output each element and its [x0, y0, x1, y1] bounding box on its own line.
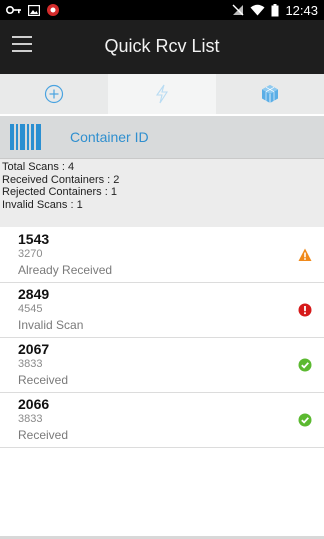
clock: 12:43	[285, 2, 318, 18]
cube-icon	[262, 85, 278, 103]
container-id: 2849	[18, 286, 50, 302]
image-icon	[28, 4, 40, 16]
container-list: 1543 3270 Already Received 2849 4545 Inv…	[0, 228, 324, 448]
container-id: 2066	[18, 396, 50, 412]
container-id: 1543	[18, 231, 50, 247]
list-item[interactable]: 2066 3833 Received	[0, 393, 324, 448]
scan-summary: Total Scans : 4 Received Containers : 2 …	[0, 159, 324, 227]
app-bar: Quick Rcv List	[0, 20, 324, 74]
status-bar: 12:43	[0, 0, 324, 20]
invalid-scans: Invalid Scans : 1	[2, 198, 83, 211]
list-item[interactable]: 2067 3833 Received	[0, 338, 324, 393]
total-scans: Total Scans : 4	[2, 161, 75, 173]
container-id-input[interactable]: Container ID	[0, 116, 324, 159]
container-qty: 3270	[18, 248, 43, 260]
list-item[interactable]: 2849 4545 Invalid Scan	[0, 283, 324, 338]
received-containers: Received Containers : 2	[2, 173, 120, 186]
check-icon	[298, 358, 312, 372]
app-badge-icon	[47, 4, 59, 16]
plus-circle-icon	[44, 84, 64, 104]
rejected-containers: Rejected Containers : 1	[2, 186, 117, 198]
container-id: 2067	[18, 341, 50, 357]
tab-bar	[0, 74, 324, 114]
battery-icon	[271, 3, 279, 16]
container-qty: 3833	[18, 358, 43, 370]
container-qty: 3833	[18, 413, 43, 425]
page-title: Quick Rcv List	[104, 36, 220, 56]
container-id-label: Container ID	[70, 129, 149, 145]
list-item[interactable]: 1543 3270 Already Received	[0, 228, 324, 283]
tab-add[interactable]	[0, 74, 108, 114]
signal-off-icon	[232, 4, 244, 16]
check-icon	[298, 413, 312, 427]
tab-quick[interactable]	[108, 74, 216, 114]
wifi-icon	[250, 4, 265, 16]
container-status: Received	[18, 373, 69, 387]
status-left-icons	[6, 3, 60, 17]
barcode-icon[interactable]	[10, 124, 42, 150]
warning-icon	[298, 248, 312, 261]
error-icon	[298, 303, 312, 317]
status-right-icons: 12:43	[232, 2, 318, 18]
container-status: Invalid Scan	[18, 318, 84, 332]
lightning-icon	[155, 84, 169, 104]
key-icon	[6, 6, 21, 14]
container-qty: 4545	[18, 303, 43, 315]
tab-containers[interactable]	[216, 74, 324, 114]
container-status: Already Received	[18, 263, 113, 277]
container-status: Received	[18, 428, 69, 442]
